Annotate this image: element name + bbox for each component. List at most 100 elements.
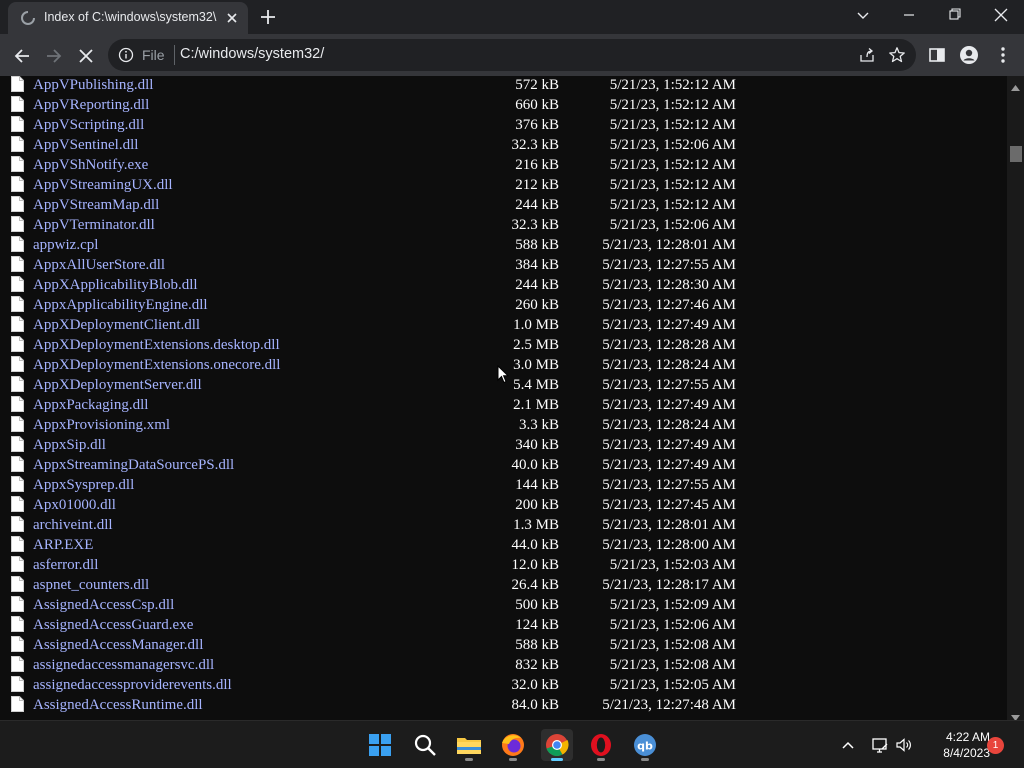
file-link[interactable]: AssignedAccessRuntime.dll xyxy=(33,697,203,714)
share-icon[interactable] xyxy=(858,46,876,64)
show-hidden-icons-chevron-icon[interactable] xyxy=(838,735,858,755)
file-icon xyxy=(11,336,24,352)
bookmark-star-icon[interactable] xyxy=(888,46,906,64)
file-size: 216 kB xyxy=(515,157,559,173)
file-date: 5/21/23, 1:52:06 AM xyxy=(609,617,736,633)
file-size: 572 kB xyxy=(515,77,559,93)
file-size: 3.3 kB xyxy=(518,417,559,433)
forward-button[interactable] xyxy=(40,42,68,70)
file-link[interactable]: AppVStreamingUX.dll xyxy=(33,177,173,194)
file-row: AppXDeploymentExtensions.desktop.dll 2.5 … xyxy=(0,336,1007,356)
file-link[interactable]: AppxSysprep.dll xyxy=(33,477,134,494)
file-link[interactable]: assignedaccessproviderevents.dll xyxy=(33,677,232,694)
taskbar-app-firefox[interactable] xyxy=(497,729,529,761)
profile-avatar-icon[interactable] xyxy=(958,44,980,66)
file-link[interactable]: appwiz.cpl xyxy=(33,237,98,254)
file-size: 12.0 kB xyxy=(511,557,559,573)
file-row: AppVStreamMap.dll 244 kB 5/21/23, 1:52:12 … xyxy=(0,196,1007,216)
file-link[interactable]: archiveint.dll xyxy=(33,517,113,534)
taskbar-app-file-explorer[interactable] xyxy=(453,729,485,761)
file-link[interactable]: AppVStreamMap.dll xyxy=(33,197,159,214)
file-date: 5/21/23, 12:28:24 AM xyxy=(602,417,736,433)
taskbar-app-qbittorrent[interactable]: qb xyxy=(629,729,661,761)
file-link[interactable]: AppXDeploymentExtensions.desktop.dll xyxy=(33,337,280,354)
scroll-thumb[interactable] xyxy=(1010,146,1022,162)
file-date: 5/21/23, 1:52:12 AM xyxy=(609,77,736,93)
address-bar[interactable]: File C:/windows/system32/ xyxy=(108,39,916,71)
file-link[interactable]: ARP.EXE xyxy=(33,537,93,554)
file-size: 376 kB xyxy=(515,117,559,133)
file-row: AppxApplicabilityEngine.dll 260 kB 5/21/23… xyxy=(0,296,1007,316)
file-size: 124 kB xyxy=(515,617,559,633)
file-row: AppxSip.dll 340 kB 5/21/23, 12:27:49 AM xyxy=(0,436,1007,456)
file-icon xyxy=(11,436,24,452)
file-date: 5/21/23, 1:52:12 AM xyxy=(609,157,736,173)
info-icon[interactable] xyxy=(118,47,134,63)
file-link[interactable]: AppVPublishing.dll xyxy=(33,77,153,94)
browser-tab[interactable]: Index of C:\windows\system32\ xyxy=(8,2,248,34)
taskbar-app-start[interactable] xyxy=(364,729,396,761)
stop-loading-button[interactable] xyxy=(72,42,100,70)
file-row: AppVShNotify.exe 216 kB 5/21/23, 1:52:12 A… xyxy=(0,156,1007,176)
taskbar-app-opera[interactable] xyxy=(585,729,617,761)
file-link[interactable]: aspnet_counters.dll xyxy=(33,577,149,594)
file-link[interactable]: AppxStreamingDataSourcePS.dll xyxy=(33,457,234,474)
file-date: 5/21/23, 12:27:48 AM xyxy=(602,697,736,713)
file-icon xyxy=(11,176,24,192)
file-link[interactable]: AppxPackaging.dll xyxy=(33,397,148,414)
file-link[interactable]: AppxAllUserStore.dll xyxy=(33,257,165,274)
vertical-scrollbar[interactable] xyxy=(1007,76,1024,721)
file-row: AssignedAccessManager.dll 588 kB 5/21/23, … xyxy=(0,636,1007,656)
file-date: 5/21/23, 12:27:55 AM xyxy=(602,377,736,393)
file-row: AppXDeploymentClient.dll 1.0 MB 5/21/23, 1… xyxy=(0,316,1007,336)
address-url[interactable]: C:/windows/system32/ xyxy=(180,46,324,62)
notification-badge[interactable]: 1 xyxy=(987,737,1004,754)
menu-kebab-icon[interactable] xyxy=(992,44,1014,66)
close-window-button[interactable] xyxy=(978,0,1024,30)
file-link[interactable]: AppXDeploymentServer.dll xyxy=(33,377,202,394)
volume-icon[interactable] xyxy=(894,735,914,755)
file-link[interactable]: AssignedAccessCsp.dll xyxy=(33,597,174,614)
file-link[interactable]: AppVScripting.dll xyxy=(33,117,144,134)
file-link[interactable]: AppVShNotify.exe xyxy=(33,157,148,174)
file-icon xyxy=(11,616,24,632)
restore-button[interactable] xyxy=(932,0,978,30)
file-link[interactable]: AssignedAccessManager.dll xyxy=(33,637,203,654)
file-icon xyxy=(11,216,24,232)
file-link[interactable]: AppxProvisioning.xml xyxy=(33,417,170,434)
file-link[interactable]: Apx01000.dll xyxy=(33,497,116,514)
file-size: 40.0 kB xyxy=(511,457,559,473)
close-tab-icon[interactable] xyxy=(222,8,242,28)
minimize-button[interactable] xyxy=(886,0,932,30)
file-link[interactable]: AppXDeploymentExtensions.onecore.dll xyxy=(33,357,280,374)
search-icon xyxy=(409,734,441,765)
file-date: 5/21/23, 12:27:49 AM xyxy=(602,317,736,333)
file-size: 200 kB xyxy=(515,497,559,513)
file-icon xyxy=(11,196,24,212)
file-icon xyxy=(11,676,24,692)
file-date: 5/21/23, 1:52:06 AM xyxy=(609,137,736,153)
file-link[interactable]: AppXDeploymentClient.dll xyxy=(33,317,200,334)
file-link[interactable]: AppXApplicabilityBlob.dll xyxy=(33,277,198,294)
file-link[interactable]: AppVSentinel.dll xyxy=(33,137,138,154)
file-link[interactable]: asferror.dll xyxy=(33,557,98,574)
back-button[interactable] xyxy=(8,42,36,70)
file-row: AppVStreamingUX.dll 212 kB 5/21/23, 1:52:1… xyxy=(0,176,1007,196)
taskbar-app-chrome[interactable] xyxy=(541,729,573,761)
file-size: 44.0 kB xyxy=(511,537,559,553)
file-link[interactable]: AppVReporting.dll xyxy=(33,97,149,114)
tab-search-icon[interactable] xyxy=(840,0,886,30)
file-link[interactable]: AppVTerminator.dll xyxy=(33,217,155,234)
taskbar-app-search[interactable] xyxy=(409,729,441,761)
file-link[interactable]: assignedaccessmanagersvc.dll xyxy=(33,657,214,674)
system-clock[interactable]: 4:22 AM 8/4/2023 xyxy=(918,729,990,761)
file-link[interactable]: AssignedAccessGuard.exe xyxy=(33,617,193,634)
loading-favicon-icon xyxy=(20,10,36,26)
side-panel-icon[interactable] xyxy=(926,44,948,66)
file-link[interactable]: AppxApplicabilityEngine.dll xyxy=(33,297,208,314)
file-link[interactable]: AppxSip.dll xyxy=(33,437,106,454)
network-icon[interactable] xyxy=(870,735,890,755)
scroll-down-arrow-icon[interactable] xyxy=(1011,708,1020,721)
scroll-up-arrow-icon[interactable] xyxy=(1011,78,1020,91)
new-tab-button[interactable] xyxy=(256,6,280,28)
